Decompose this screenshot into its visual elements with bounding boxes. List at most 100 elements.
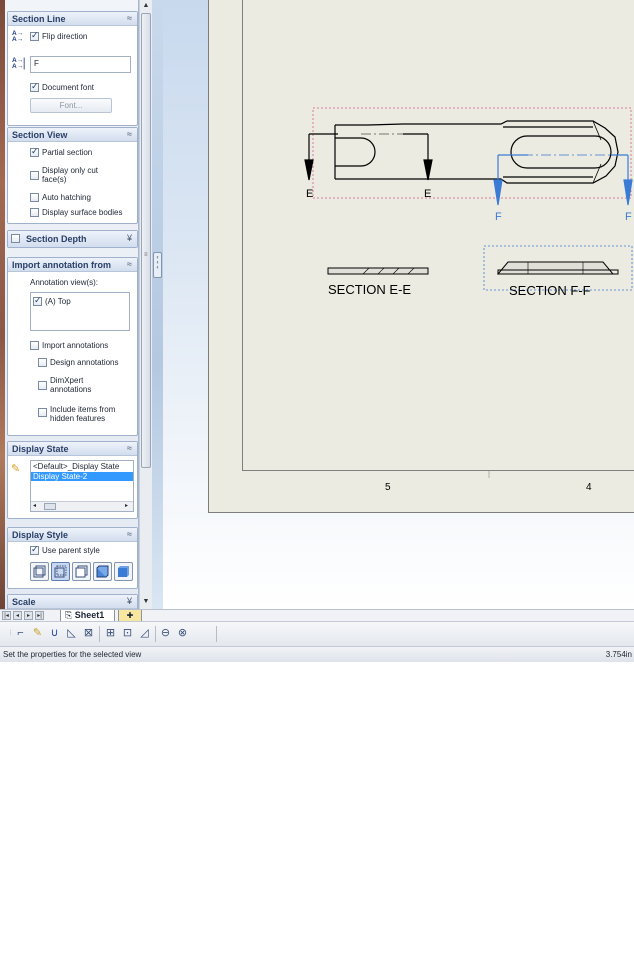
- model-items-icon[interactable]: ⊞: [104, 627, 117, 640]
- design-annotations-checkbox[interactable]: [38, 358, 47, 367]
- collapse-chevron-icon[interactable]: ≈: [127, 529, 132, 539]
- section-label-input[interactable]: F: [30, 56, 131, 73]
- drawing-canvas[interactable]: E E F F SECTION E-E SECTION F-F 5 4: [163, 0, 634, 609]
- partial-section-label: Partial section: [42, 148, 93, 157]
- section-view-header[interactable]: Section View ≈: [8, 128, 137, 142]
- scale-title: Scale: [12, 597, 36, 607]
- display-state-header[interactable]: Display State ≈: [8, 442, 137, 456]
- break-icon[interactable]: ⊖: [159, 627, 172, 640]
- import-annotations-label: Import annotations: [42, 341, 109, 350]
- section-label-f-right: F: [625, 211, 632, 223]
- display-state-group: Display State ≈ ✎ <Default>_Display Stat…: [7, 441, 138, 519]
- display-state-icon: ✎: [11, 463, 21, 475]
- toolbar-separator: [99, 626, 100, 642]
- detail-view-icon[interactable]: ⊠: [82, 627, 95, 640]
- last-sheet-icon[interactable]: ▸|: [35, 611, 44, 620]
- scroll-up-icon[interactable]: ▲: [140, 0, 152, 12]
- document-font-label: Document font: [42, 83, 95, 92]
- display-cut-faces-label: Display only cut face(s): [42, 166, 99, 184]
- display-surface-bodies-checkbox[interactable]: [30, 208, 39, 217]
- auto-hatching-label: Auto hatching: [42, 193, 91, 202]
- section-ee-label: SECTION E-E: [328, 282, 411, 297]
- document-font-checkbox[interactable]: [30, 81, 39, 92]
- broken-out-section-icon[interactable]: ⊡: [121, 627, 134, 640]
- section-label-f-left: F: [495, 211, 502, 223]
- font-button[interactable]: Font...: [30, 98, 112, 113]
- hidden-lines-removed-icon[interactable]: [72, 562, 91, 581]
- section-line-group: Section Line ≈ A→A→ Flip direction A→|A→…: [7, 11, 138, 126]
- sketch-icon[interactable]: ✎: [31, 627, 44, 640]
- smart-dimension-icon[interactable]: ⌐: [14, 627, 27, 640]
- dimxpert-annotations-checkbox[interactable]: [38, 381, 47, 390]
- hidden-features-checkbox[interactable]: [38, 408, 47, 417]
- sheet-tab-label: Sheet1: [74, 610, 105, 620]
- scroll-left-icon[interactable]: ◂: [33, 502, 36, 509]
- annotation-views-list[interactable]: (A) Top: [30, 292, 130, 331]
- status-message: Set the properties for the selected view: [3, 650, 142, 659]
- display-state-item-selected[interactable]: Display State-2: [31, 472, 133, 481]
- wireframe-icon[interactable]: [30, 562, 49, 581]
- crop-view-icon[interactable]: ◿: [138, 627, 151, 640]
- dimxpert-annotations-label: DimXpert annotations: [50, 376, 92, 394]
- scroll-down-icon[interactable]: ▼: [140, 596, 152, 608]
- collapse-chevron-icon[interactable]: ≈: [127, 13, 132, 23]
- expand-chevron-icon[interactable]: ¥: [127, 596, 132, 606]
- auto-hatching-checkbox[interactable]: [30, 193, 39, 202]
- import-annotation-header[interactable]: Import annotation from ≈: [8, 258, 137, 272]
- display-surface-bodies-label: Display surface bodies: [42, 208, 123, 217]
- collapse-panel-handle[interactable]: ‹ ‹ ‹: [153, 252, 162, 278]
- display-style-header[interactable]: Display Style ≈: [8, 528, 137, 542]
- partial-section-checkbox[interactable]: [30, 146, 39, 157]
- section-label-e-right: E: [424, 188, 431, 200]
- scroll-right-icon[interactable]: ▸: [125, 502, 128, 509]
- annotation-toolbar: ⋮ ⌐ ✎ ∪ ◺ ⊠ ⊞ ⊡ ◿ ⊖ ⊗: [0, 621, 634, 646]
- section-ff-view: [496, 261, 619, 275]
- prev-sheet-icon[interactable]: ◂: [13, 611, 22, 620]
- display-cut-faces-checkbox[interactable]: [30, 171, 39, 180]
- first-sheet-icon[interactable]: |◂: [2, 611, 11, 620]
- scroll-thumb[interactable]: [44, 503, 56, 510]
- section-depth-title: Section Depth: [26, 234, 87, 244]
- import-annotations-checkbox[interactable]: [30, 341, 39, 350]
- annotation-view-label: (A) Top: [45, 297, 71, 306]
- graphics-area[interactable]: E E F F SECTION E-E SECTION F-F 5 4: [163, 0, 634, 609]
- flip-direction-label: Flip direction: [42, 32, 88, 41]
- grip-icon: ≡: [144, 252, 148, 258]
- hidden-lines-visible-icon[interactable]: [51, 562, 70, 581]
- shaded-icon[interactable]: [114, 562, 133, 581]
- import-annotation-group: Import annotation from ≈ Annotation view…: [7, 257, 138, 436]
- alternate-position-icon[interactable]: ⊗: [176, 627, 189, 640]
- solidworks-window: Section Line ≈ A→A→ Flip direction A→|A→…: [0, 0, 634, 662]
- display-state-title: Display State: [12, 444, 69, 454]
- top-view: [334, 120, 619, 184]
- section-depth-header[interactable]: Section Depth ¥: [8, 231, 137, 247]
- expand-chevron-icon[interactable]: ¥: [127, 233, 132, 243]
- display-style-buttons: [30, 562, 134, 583]
- next-sheet-icon[interactable]: ▸: [24, 611, 33, 620]
- toolbar-separator: [216, 626, 217, 642]
- display-style-title: Display Style: [12, 530, 69, 540]
- panel-scroll-thumb[interactable]: ≡: [141, 13, 151, 468]
- horizontal-scrollbar[interactable]: ◂ ▸: [31, 501, 133, 511]
- scale-header[interactable]: Scale ¥: [8, 595, 137, 609]
- flip-direction-checkbox[interactable]: [30, 30, 39, 41]
- section-ff-label: SECTION F-F: [509, 283, 591, 298]
- section-depth-checkbox[interactable]: [11, 234, 20, 243]
- use-parent-style-checkbox[interactable]: [30, 544, 39, 555]
- panel-splitter[interactable]: ‹ ‹ ‹: [152, 0, 163, 609]
- section-line-header[interactable]: Section Line ≈: [8, 12, 137, 26]
- collapse-chevron-icon[interactable]: ≈: [127, 129, 132, 139]
- zone-label-5: 5: [385, 482, 391, 493]
- sheet-icon: ⎘: [65, 610, 73, 620]
- collapse-chevron-icon[interactable]: ≈: [127, 259, 132, 269]
- section-depth-group: Section Depth ¥: [7, 230, 138, 248]
- magnet-line-icon[interactable]: ∪: [48, 627, 61, 640]
- annotation-view-checkbox[interactable]: [33, 295, 42, 306]
- display-state-list[interactable]: <Default>_Display State Display State-2 …: [30, 460, 134, 512]
- hidden-features-label: Include items from hidden features: [50, 405, 116, 423]
- display-state-item[interactable]: <Default>_Display State: [31, 461, 133, 472]
- collapse-chevron-icon[interactable]: ≈: [127, 443, 132, 453]
- panel-scrollbar[interactable]: ▲ ≡ ▼: [139, 0, 152, 609]
- auxiliary-view-icon[interactable]: ◺: [65, 627, 78, 640]
- shaded-with-edges-icon[interactable]: [93, 562, 112, 581]
